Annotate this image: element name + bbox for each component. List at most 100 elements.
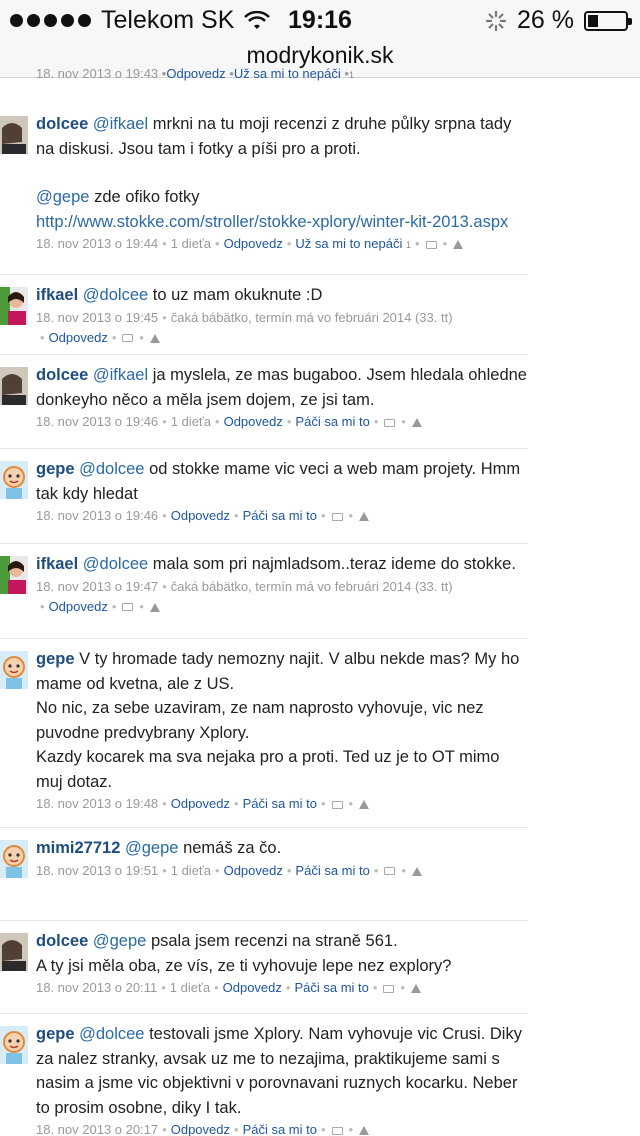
reply-link[interactable]: Odpovedz bbox=[224, 863, 283, 878]
avatar[interactable] bbox=[0, 651, 28, 689]
comment-text-content: mala som pri najmladsom..teraz ideme do … bbox=[152, 555, 516, 573]
comment-meta: 18. nov 2013 o 19:46 • 1 dieťa • Odpovedz • Pá… bbox=[36, 412, 528, 432]
comment-item: gepe V ty hromade tady nemozny najit. V … bbox=[0, 639, 528, 828]
reply-link[interactable]: Odpovedz bbox=[224, 414, 283, 429]
author-name[interactable]: dolcee bbox=[36, 932, 88, 950]
author-name[interactable]: ifkael bbox=[36, 286, 78, 304]
author-name[interactable]: gepe bbox=[36, 650, 75, 668]
author-name[interactable]: ifkael bbox=[36, 555, 78, 573]
avatar[interactable] bbox=[0, 840, 28, 878]
comment-text: ifkael @dolcee mala som pri najmladsom..… bbox=[36, 552, 528, 577]
activity-spinner-icon bbox=[485, 10, 507, 31]
message-icon[interactable] bbox=[384, 867, 396, 876]
avatar[interactable] bbox=[0, 116, 28, 154]
comment-text: A ty jsi měla oba, ze vís, ze ti vyhovuj… bbox=[36, 954, 528, 979]
author-name[interactable]: gepe bbox=[36, 460, 75, 478]
comment-item: ifkael @dolcee to uz mam okuknute :D 18. … bbox=[0, 275, 528, 355]
avatar[interactable] bbox=[0, 1026, 28, 1064]
comment-text-content: Kazdy kocarek ma sva nejaka pro a proti.… bbox=[36, 748, 500, 791]
message-icon[interactable] bbox=[383, 984, 395, 993]
like-link[interactable]: Už sa mi to nepáči bbox=[295, 236, 402, 251]
mention-link[interactable]: @ifkael bbox=[93, 366, 148, 384]
dislike-link[interactable]: Už sa mi to nepáči bbox=[234, 66, 341, 81]
mention-link[interactable]: @dolcee bbox=[79, 460, 144, 478]
comment-meta: 18. nov 2013 o 19:51 • 1 dieťa • Odpovedz • Pá… bbox=[36, 861, 528, 881]
comment-text: mimi27712 @gepe nemáš za čo. bbox=[36, 836, 528, 861]
children-count: 1 dieťa bbox=[169, 980, 211, 995]
report-icon[interactable] bbox=[359, 512, 370, 522]
comment-date: 18. nov 2013 o 19:43 bbox=[36, 66, 159, 81]
comment-body: mimi27712 @gepe nemáš za čo. 18. nov 2013… bbox=[36, 836, 528, 881]
report-icon[interactable] bbox=[411, 418, 422, 428]
reply-link[interactable]: Odpovedz bbox=[224, 236, 283, 251]
comment-date: 18. nov 2013 o 20:11 bbox=[36, 980, 158, 995]
mention-link[interactable]: @dolcee bbox=[83, 286, 148, 304]
avatar[interactable] bbox=[0, 287, 28, 325]
comment-text-content: zde ofiko fotky bbox=[94, 188, 200, 206]
comment-body: dolcee @ifkael mrkni na tu moji recenzi … bbox=[36, 112, 528, 255]
like-link[interactable]: Páči sa mi to bbox=[243, 1122, 317, 1136]
comment-meta: 18. nov 2013 o 20:17 • Odpovedz • Páči sa mi… bbox=[36, 1120, 528, 1136]
mention-link[interactable]: @gepe bbox=[93, 932, 146, 950]
comment-meta: 18. nov 2013 o 19:45 • čaká bábätko, termí… bbox=[36, 309, 453, 345]
comment-body: ifkael @dolcee mala som pri najmladsom..… bbox=[36, 552, 528, 617]
like-link[interactable]: Páči sa mi to bbox=[243, 508, 317, 523]
comment-date: 18. nov 2013 o 19:51 bbox=[36, 862, 159, 878]
comment-item: dolcee @gepe psala jsem recenzi na stran… bbox=[0, 921, 528, 1014]
message-icon[interactable] bbox=[331, 1126, 343, 1135]
report-icon[interactable] bbox=[359, 800, 370, 810]
report-icon[interactable] bbox=[149, 602, 160, 612]
report-icon[interactable] bbox=[411, 984, 421, 994]
children-count: 1 dieťa bbox=[170, 236, 212, 251]
comment-date: 18. nov 2013 o 19:46 bbox=[36, 414, 159, 429]
mention-link[interactable]: @dolcee bbox=[83, 555, 148, 573]
report-icon[interactable] bbox=[359, 1126, 370, 1136]
message-icon[interactable] bbox=[122, 603, 134, 612]
avatar[interactable] bbox=[0, 367, 28, 405]
mention-link[interactable]: @ifkael bbox=[93, 115, 148, 133]
message-icon[interactable] bbox=[384, 418, 396, 427]
message-icon[interactable] bbox=[331, 800, 343, 809]
comment-item: mimi27712 @gepe nemáš za čo. 18. nov 2013… bbox=[0, 828, 528, 921]
avatar[interactable] bbox=[0, 556, 28, 594]
reply-link[interactable]: Odpovedz bbox=[166, 66, 225, 81]
comment-meta: 18. nov 2013 o 19:47 • čaká bábätko, termí… bbox=[36, 578, 453, 614]
comment-text-content: nemáš za čo. bbox=[183, 839, 282, 857]
comment-body: gepe @dolcee testovali jsme Xplory. Nam … bbox=[36, 1022, 528, 1136]
author-name[interactable]: dolcee bbox=[36, 115, 88, 133]
like-link[interactable]: Páči sa mi to bbox=[295, 863, 369, 878]
battery-icon bbox=[584, 10, 632, 31]
message-icon[interactable] bbox=[331, 512, 343, 521]
report-icon[interactable] bbox=[149, 333, 160, 343]
report-icon[interactable] bbox=[453, 240, 464, 250]
reply-link[interactable]: Odpovedz bbox=[223, 980, 282, 995]
children-count: 1 dieťa bbox=[170, 414, 212, 429]
like-link[interactable]: Páči sa mi to bbox=[294, 980, 368, 995]
mention-link[interactable]: @gepe bbox=[125, 839, 178, 857]
mention-link[interactable]: @dolcee bbox=[79, 1025, 144, 1043]
reply-link[interactable]: Odpovedz bbox=[171, 796, 230, 811]
comment-date: 18. nov 2013 o 20:17 bbox=[36, 1122, 159, 1136]
message-icon[interactable] bbox=[425, 240, 437, 249]
previous-comment-meta: 18. nov 2013 o 19:43 •Odpovedz •Už sa mi… bbox=[36, 66, 354, 81]
comment-text: @gepe zde ofiko fotky bbox=[36, 185, 528, 210]
author-name[interactable]: mimi27712 bbox=[36, 839, 120, 857]
reply-link[interactable]: Odpovedz bbox=[49, 330, 108, 345]
author-name[interactable]: dolcee bbox=[36, 366, 88, 384]
author-name[interactable]: gepe bbox=[36, 1025, 75, 1043]
user-status: čaká bábätko, termín má vo februári 2014… bbox=[170, 309, 453, 325]
reply-link[interactable]: Odpovedz bbox=[171, 508, 230, 523]
like-link[interactable]: Páči sa mi to bbox=[243, 796, 317, 811]
comment-text-content: psala jsem recenzi na straně 561. bbox=[150, 932, 398, 950]
external-link[interactable]: http://www.stokke.com/stroller/stokke-xp… bbox=[36, 210, 528, 235]
comment-date: 18. nov 2013 o 19:47 bbox=[36, 578, 159, 594]
reply-link[interactable]: Odpovedz bbox=[49, 599, 108, 614]
report-icon[interactable] bbox=[411, 866, 422, 876]
avatar[interactable] bbox=[0, 461, 28, 499]
reply-link[interactable]: Odpovedz bbox=[171, 1122, 230, 1136]
message-icon[interactable] bbox=[122, 334, 134, 343]
like-link[interactable]: Páči sa mi to bbox=[295, 414, 369, 429]
avatar[interactable] bbox=[0, 933, 28, 971]
mention-link[interactable]: @gepe bbox=[36, 188, 89, 206]
